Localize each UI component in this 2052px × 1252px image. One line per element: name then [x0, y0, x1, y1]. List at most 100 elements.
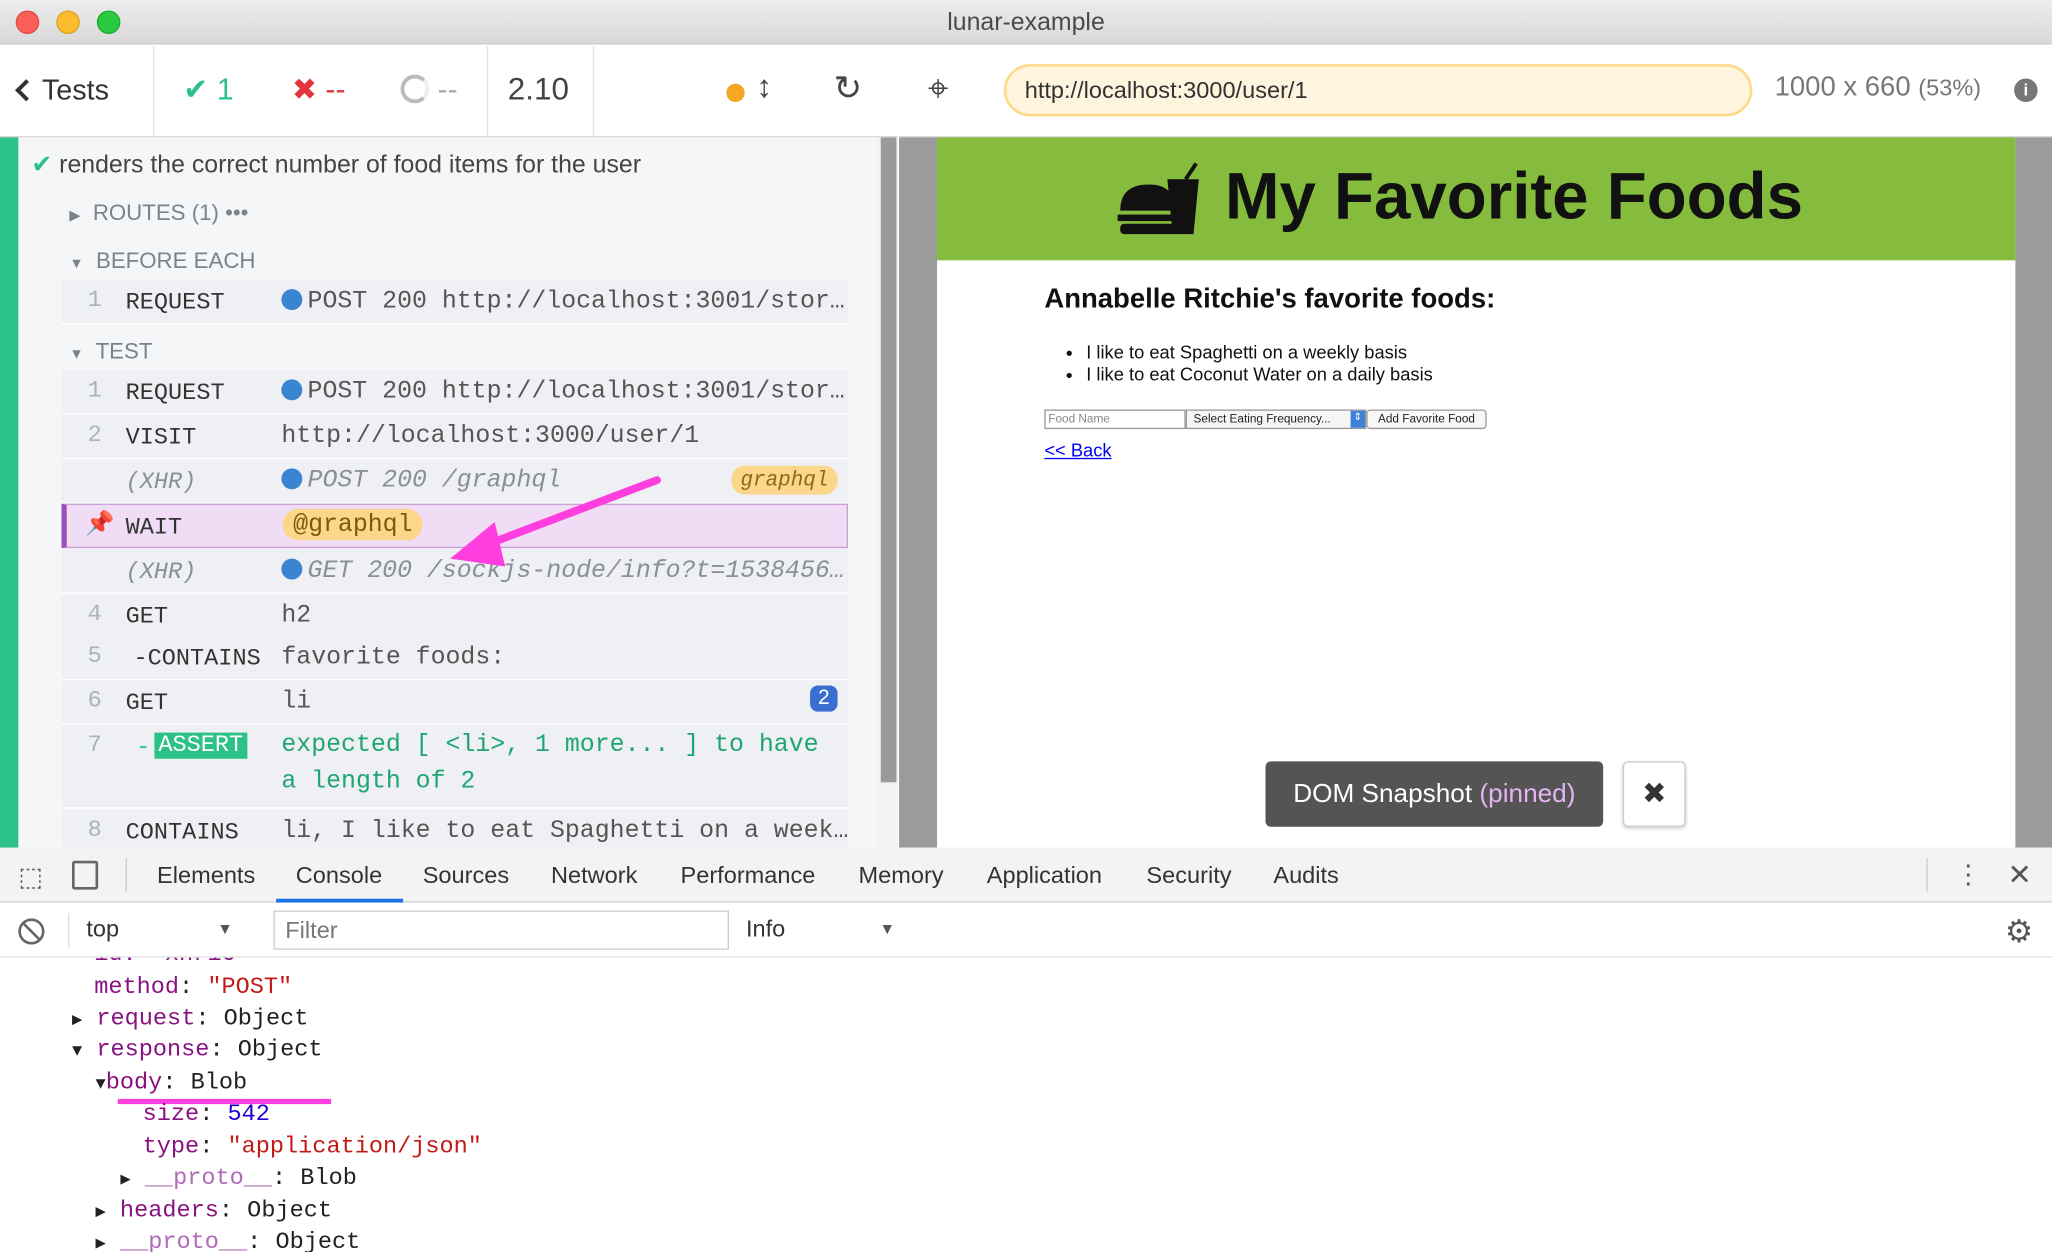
command-row[interactable]: 4 GET h2	[61, 593, 849, 639]
test-body-label: TEST	[95, 338, 153, 364]
command-name: GET	[125, 604, 169, 631]
filter-placeholder: Filter	[285, 917, 338, 944]
command-number: 1	[87, 378, 102, 405]
command-name: -CONTAINS	[133, 646, 261, 673]
console-filter-input[interactable]: Filter	[273, 910, 729, 950]
tab-memory[interactable]: Memory	[859, 862, 944, 889]
back-link[interactable]: << Back	[1044, 440, 1111, 461]
console-line[interactable]: ▶ __proto__: Object	[96, 1230, 361, 1252]
frequency-select[interactable]: Select Eating Frequency... ⇕	[1185, 409, 1367, 430]
running-indicator-icon	[726, 83, 745, 103]
window-titlebar: lunar-example	[0, 0, 2052, 45]
viewport-scale: (53%)	[1918, 74, 1982, 101]
unpin-snapshot-button[interactable]: ✖	[1622, 761, 1686, 827]
console-settings-icon[interactable]: ⚙	[2005, 913, 2033, 951]
command-name: REQUEST	[125, 380, 225, 407]
property-value: Object	[223, 1006, 309, 1033]
test-body-toggle[interactable]: ▼ TEST	[69, 339, 152, 365]
auto-scroll-icon[interactable]: ↕	[756, 69, 772, 106]
failed-value: --	[325, 71, 346, 106]
routes-toggle[interactable]: ▶ ROUTES (1) •••	[69, 200, 248, 226]
tab-sources[interactable]: Sources	[423, 862, 509, 889]
tab-console[interactable]: Console	[296, 862, 382, 889]
command-row[interactable]: 6 GET li 2	[61, 680, 849, 725]
command-row[interactable]: 1 REQUEST POST 200 http://localhost:3001…	[61, 370, 849, 415]
command-message: POST 200 http://localhost:3001/stor…	[307, 376, 845, 406]
command-message: favorite foods:	[281, 642, 506, 672]
clear-console-icon[interactable]	[18, 918, 45, 945]
pending-count[interactable]: --	[400, 72, 458, 107]
app-header: My Favorite Foods	[937, 137, 2016, 261]
collapse-triangle-icon[interactable]: ▼	[72, 1041, 82, 1061]
inspect-element-icon[interactable]: ⬚	[18, 861, 43, 894]
chevron-left-icon	[15, 79, 38, 102]
caret-down-icon: ▼	[69, 346, 84, 363]
expand-triangle-icon[interactable]: ▶	[96, 1202, 106, 1222]
context-select[interactable]: top ▼	[86, 916, 243, 943]
property-key: method	[94, 974, 180, 1001]
failed-count[interactable]: ✖ --	[292, 72, 346, 107]
close-icon: ✖	[1642, 777, 1667, 810]
collapse-triangle-icon[interactable]: ▼	[96, 1074, 106, 1094]
xhr-dot-icon	[281, 289, 303, 311]
expand-triangle-icon[interactable]: ▶	[120, 1170, 130, 1190]
more-options-icon[interactable]: ⋮	[1955, 858, 1981, 891]
command-row[interactable]: 5 -CONTAINS favorite foods:	[61, 635, 849, 681]
info-icon[interactable]: i	[2014, 78, 2038, 103]
command-row-assert[interactable]: 7 - ASSERT expected [ <li>, 1 more... ] …	[61, 724, 849, 809]
url-bar[interactable]: http://localhost:3000/user/1	[1003, 64, 1753, 117]
tests-back-button[interactable]: Tests	[15, 73, 109, 107]
selector-playground-icon[interactable]: ⌖	[928, 68, 949, 111]
property-key: __proto__	[144, 1165, 273, 1192]
dom-snapshot-label: DOM Snapshot	[1293, 779, 1473, 809]
console-line[interactable]: ▼body: Blob	[96, 1070, 248, 1096]
command-message: http://localhost:3000/user/1	[281, 421, 700, 451]
tab-security[interactable]: Security	[1146, 862, 1231, 889]
command-name: WAIT	[125, 515, 183, 542]
console-line[interactable]: ▶ request: Object	[72, 1006, 308, 1032]
routes-label: ROUTES (1)	[92, 200, 219, 226]
property-value: "application/json"	[227, 1134, 482, 1161]
xhr-dot-icon	[281, 558, 303, 580]
caret-right-icon: ▶	[69, 208, 81, 224]
add-favorite-food-button[interactable]: Add Favorite Food	[1366, 409, 1487, 430]
scrollbar-thumb[interactable]	[880, 137, 897, 783]
before-each-toggle[interactable]: ▼ BEFORE EACH	[69, 249, 255, 275]
device-toolbar-icon[interactable]	[71, 860, 99, 890]
command-name: (XHR)	[125, 469, 197, 496]
food-item: I like to eat Spaghetti on a weekly basi…	[1086, 341, 1433, 363]
dropdown-icon: ▼	[879, 919, 896, 938]
viewport-size: 1000 x 660 (53%)	[1775, 72, 1982, 103]
pin-icon: 📌	[85, 512, 115, 539]
expand-triangle-icon[interactable]: ▶	[96, 1234, 106, 1252]
tab-elements[interactable]: Elements	[157, 862, 255, 889]
log-level-select[interactable]: Info ▼	[746, 916, 903, 943]
tab-audits[interactable]: Audits	[1273, 862, 1338, 889]
more-icon: •••	[225, 200, 249, 226]
tab-network[interactable]: Network	[551, 862, 637, 889]
console-line[interactable]: ▶ headers: Object	[96, 1198, 332, 1224]
element-count-badge: 2	[810, 685, 838, 712]
property-value: "POST"	[207, 974, 293, 1001]
console-line[interactable]: ▼ response: Object	[72, 1037, 323, 1063]
viewport-dimensions: 1000 x 660	[1774, 71, 1911, 103]
tab-application[interactable]: Application	[987, 862, 1102, 889]
x-icon: ✖	[291, 71, 318, 106]
tab-performance[interactable]: Performance	[681, 862, 816, 889]
expand-triangle-icon[interactable]: ▶	[72, 1010, 82, 1030]
test-title[interactable]: ✔ renders the correct number of food ite…	[31, 150, 641, 180]
dom-snapshot-badge: DOM Snapshot (pinned)	[1265, 761, 1604, 827]
log-level-value: Info	[745, 915, 786, 942]
rerun-icon[interactable]: ↻	[834, 68, 863, 109]
passed-count[interactable]: ✔ 1	[183, 72, 233, 107]
property-value: Blob	[190, 1070, 248, 1097]
console-toolbar: top ▼ Filter Info ▼ ⚙	[0, 902, 2052, 958]
command-number: 5	[87, 643, 102, 670]
console-line[interactable]: ▶ __proto__: Blob	[120, 1166, 356, 1192]
command-number: 2	[87, 422, 102, 449]
command-row[interactable]: 2 VISIT http://localhost:3000/user/1	[61, 414, 849, 460]
user-foods-heading: Annabelle Ritchie's favorite foods:	[1044, 283, 1496, 314]
food-name-input[interactable]: Food Name	[1044, 409, 1186, 430]
command-row[interactable]: 1 REQUEST POST 200 http://localhost:3001…	[61, 279, 849, 325]
close-devtools-icon[interactable]: ✕	[2008, 858, 2032, 892]
